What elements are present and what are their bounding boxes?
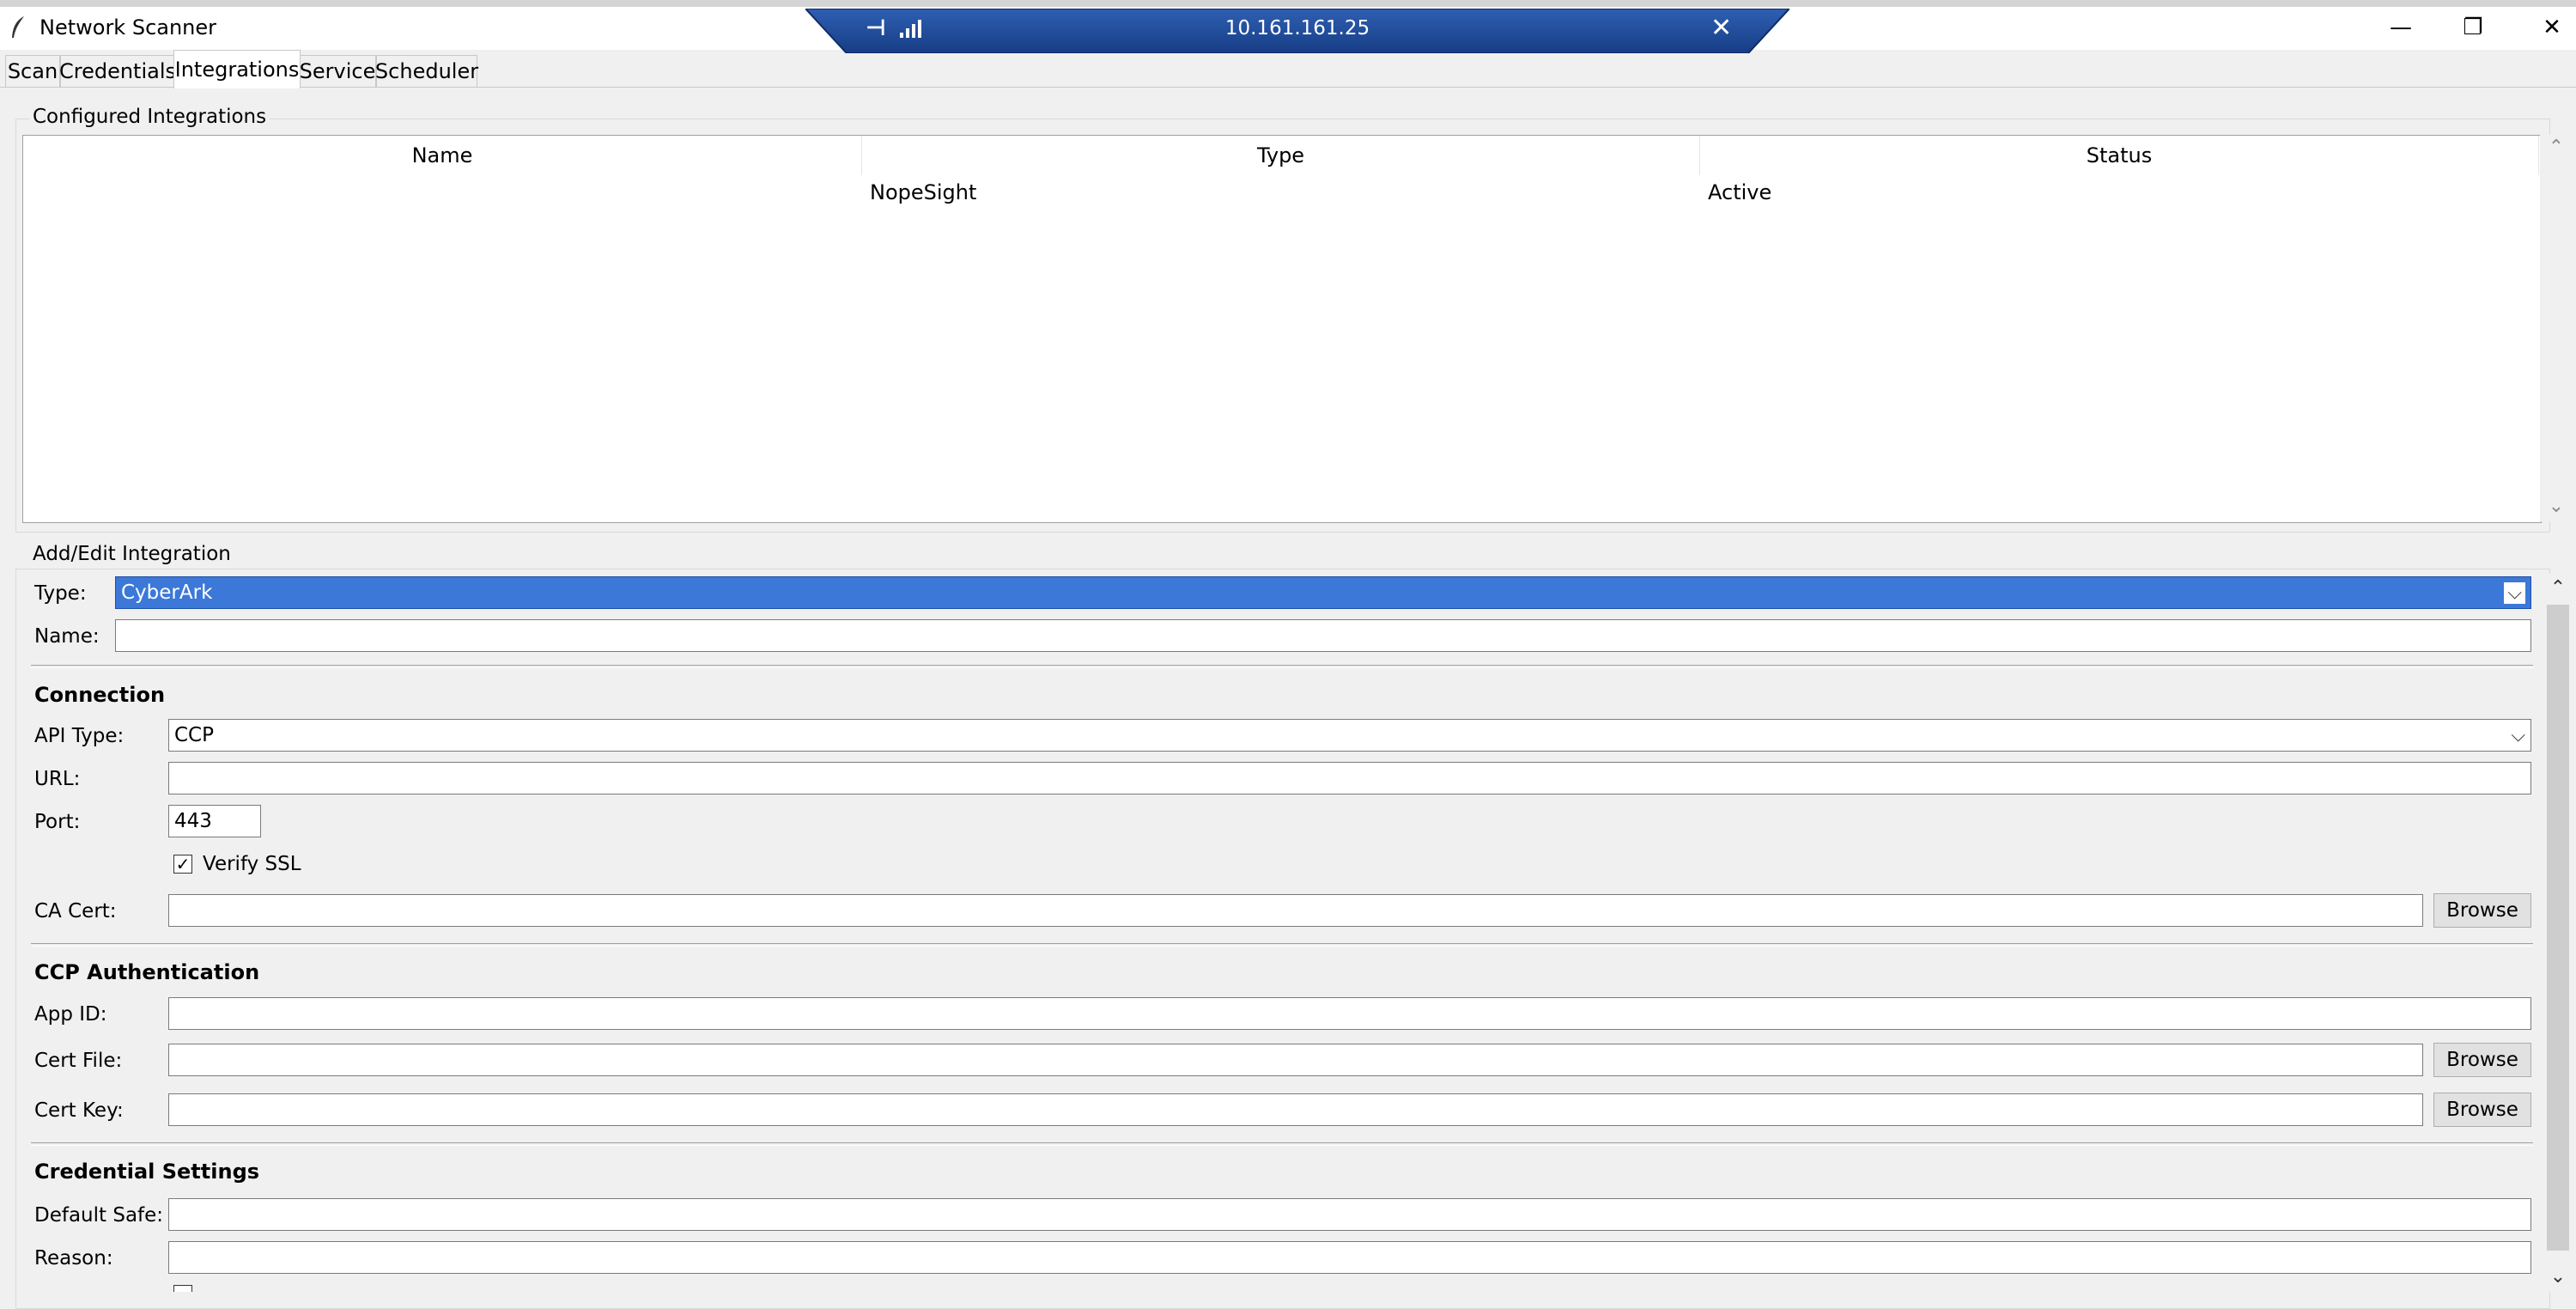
type-combobox-value: CyberArk (121, 581, 213, 604)
scroll-down-icon[interactable]: ⌄ (2540, 496, 2573, 517)
scroll-up-icon[interactable]: ⌃ (2543, 577, 2573, 599)
credential-settings-heading: Credential Settings (34, 1160, 260, 1184)
column-header-status[interactable]: Status (1700, 136, 2539, 175)
window-title: Network Scanner (39, 15, 217, 40)
ca-cert-browse-button[interactable]: Browse (2433, 893, 2531, 928)
name-input[interactable] (115, 619, 2531, 652)
configured-integrations-label: Configured Integrations (29, 106, 270, 128)
verify-ssl-label: Verify SSL (203, 853, 301, 875)
reason-label: Reason: (34, 1247, 113, 1269)
ccp-authentication-heading: CCP Authentication (34, 960, 260, 984)
cert-key-input[interactable] (168, 1093, 2423, 1126)
scrollbar-thumb[interactable] (2547, 605, 2569, 1251)
verify-ssl-checkbox[interactable]: ✓ (173, 855, 192, 874)
add-edit-integration-label: Add/Edit Integration (29, 543, 234, 565)
app-id-label: App ID: (34, 1003, 107, 1026)
cert-key-label: Cert Key: (34, 1099, 124, 1122)
table-scrollbar[interactable]: ⌃ ⌄ (2540, 135, 2573, 521)
feather-icon (10, 15, 26, 40)
url-input[interactable] (168, 762, 2531, 795)
api-type-combobox[interactable]: CCP ⌵ (168, 719, 2531, 752)
chevron-down-icon[interactable]: ⌵ (2504, 582, 2525, 604)
app-id-input[interactable] (168, 997, 2531, 1030)
api-type-value: CCP (174, 724, 214, 746)
partial-checkbox[interactable] (173, 1285, 192, 1292)
form-scrollbar[interactable]: ⌃ ⌄ (2543, 574, 2573, 1292)
integrations-table[interactable]: Name Type Status NopeSight Active (22, 135, 2542, 523)
ca-cert-label: CA Cert: (34, 900, 117, 922)
chevron-down-icon[interactable]: ⌵ (2511, 725, 2525, 746)
restore-button[interactable]: ❐ (2439, 9, 2507, 46)
ca-cert-input[interactable] (168, 894, 2423, 927)
tab-strip: Scan Credentials Integrations Service Sc… (0, 50, 2576, 88)
close-button[interactable]: ✕ (2518, 9, 2576, 46)
table-row[interactable]: NopeSight Active (23, 177, 2538, 211)
name-label: Name: (34, 625, 100, 648)
scroll-down-icon[interactable]: ⌄ (2543, 1266, 2573, 1288)
port-input[interactable]: 443 (168, 805, 261, 837)
port-label: Port: (34, 811, 81, 833)
row-status: Active (1708, 180, 1772, 204)
type-combobox[interactable]: CyberArk ⌵ (115, 576, 2531, 609)
tab-integrations[interactable]: Integrations (173, 50, 301, 88)
remote-connection-bar: ⊣ 10.161.161.25 ✕ (805, 9, 1789, 53)
tab-scan[interactable]: Scan (5, 55, 60, 87)
rdp-close-icon[interactable]: ✕ (1710, 13, 1732, 43)
tab-service[interactable]: Service (299, 55, 376, 87)
cert-file-label: Cert File: (34, 1050, 123, 1072)
scroll-up-icon[interactable]: ⌃ (2540, 137, 2573, 158)
column-header-type[interactable]: Type (862, 136, 1700, 175)
cert-file-input[interactable] (168, 1044, 2423, 1076)
minimize-button[interactable]: — (2366, 9, 2435, 46)
cert-key-browse-button[interactable]: Browse (2433, 1093, 2531, 1127)
default-safe-input[interactable] (168, 1198, 2531, 1231)
tab-scheduler[interactable]: Scheduler (375, 55, 478, 87)
reason-input[interactable] (168, 1241, 2531, 1274)
row-type: NopeSight (870, 180, 977, 204)
remote-host-address: 10.161.161.25 (1224, 17, 1370, 40)
tab-credentials[interactable]: Credentials (59, 55, 176, 87)
column-header-name[interactable]: Name (23, 136, 862, 175)
type-label: Type: (34, 582, 87, 605)
default-safe-label: Default Safe: (34, 1204, 164, 1227)
api-type-label: API Type: (34, 725, 125, 747)
url-label: URL: (34, 768, 81, 790)
connection-heading: Connection (34, 683, 166, 707)
cert-file-browse-button[interactable]: Browse (2433, 1043, 2531, 1077)
